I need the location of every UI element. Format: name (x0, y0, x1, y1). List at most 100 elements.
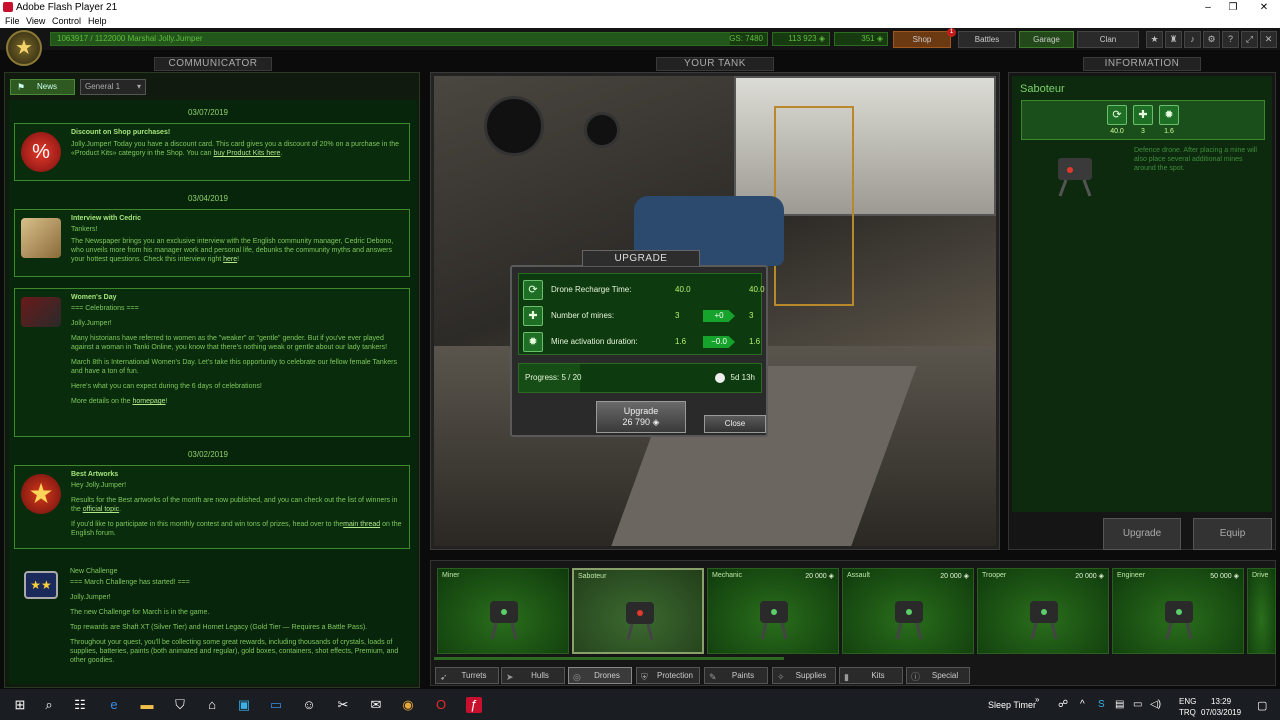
battles-button[interactable]: Battles (958, 31, 1016, 48)
chevron-icon[interactable]: » (1035, 695, 1039, 704)
item-card-saboteur[interactable]: Saboteur (572, 568, 704, 654)
tab-drones[interactable]: ◎ Drones (568, 667, 632, 684)
news-item-challenge: ★★ New Challenge === March Challenge has… (14, 563, 410, 669)
store-icon[interactable]: ⛉ (172, 697, 188, 713)
network-icon[interactable]: ▤ (1115, 699, 1124, 710)
news-greeting: Jolly.Jumper! (70, 594, 111, 601)
minimize-button[interactable]: – (1196, 0, 1220, 15)
item-card-assault[interactable]: Assault 20 000 ◈ (842, 568, 974, 654)
channel-select[interactable]: General 1 ▾ (80, 79, 146, 95)
opera-icon[interactable]: O (433, 697, 449, 713)
search-icon[interactable]: ⌕ (41, 697, 57, 713)
shop-label: Shop (912, 35, 932, 44)
item-card-miner[interactable]: Miner (437, 568, 569, 654)
items-scrollbar[interactable] (434, 656, 1276, 661)
windows-start-icon[interactable]: ⊞ (12, 697, 28, 713)
drone-image (490, 601, 518, 640)
garage-button[interactable]: Garage (1019, 31, 1074, 48)
monitor-icon[interactable]: ▭ (268, 697, 284, 713)
menu-file[interactable]: File (5, 15, 20, 28)
drone-image (1165, 601, 1193, 640)
edge-icon[interactable]: e (106, 697, 122, 713)
rank-star-icon[interactable]: ★ (6, 30, 42, 66)
tray-chevron-up-icon[interactable]: ^ (1080, 699, 1085, 710)
tab-label: Protection (656, 671, 694, 680)
tab-icon: ➹ (440, 672, 448, 682)
item-card-engineer[interactable]: Engineer 50 000 ◈ (1112, 568, 1244, 654)
maximize-button[interactable]: ❐ (1221, 0, 1245, 15)
info-upgrade-button[interactable]: Upgrade (1103, 518, 1181, 550)
news-lead: === Celebrations === (71, 305, 139, 312)
chrome-icon[interactable]: ◉ (400, 697, 416, 713)
shop-button[interactable]: Shop (893, 31, 951, 48)
interview-link[interactable]: here (223, 256, 237, 263)
tab-turrets[interactable]: ➹ Turrets (435, 667, 499, 684)
file-explorer-icon[interactable]: ▬ (139, 697, 155, 713)
menu-help[interactable]: Help (88, 15, 107, 28)
tab-icon: ◎ (573, 672, 581, 682)
tools-icon[interactable]: ✂ (335, 697, 351, 713)
fullscreen-icon[interactable]: ⤢ (1241, 31, 1258, 48)
news-button[interactable]: ⚑ News (10, 79, 75, 95)
menu-control[interactable]: Control (52, 15, 81, 28)
equip-button[interactable]: Equip (1193, 518, 1272, 550)
news-date: 03/02/2019 (187, 450, 229, 459)
drone-leg (510, 622, 518, 640)
clan-button[interactable]: Clan (1077, 31, 1139, 48)
scrollbar-thumb[interactable] (434, 657, 784, 660)
tab-kits[interactable]: ▮ Kits (839, 667, 903, 684)
menu-view[interactable]: View (26, 15, 45, 28)
notification-icon[interactable]: ▢ (1257, 699, 1267, 712)
drone-image (760, 601, 788, 640)
volume-icon[interactable]: ◁) (1150, 699, 1161, 710)
tab-supplies[interactable]: ✧ Supplies (772, 667, 836, 684)
item-description: Defence drone. After placing a mine will… (1134, 147, 1257, 172)
star-icon[interactable]: ★ (1146, 31, 1163, 48)
clock-time[interactable]: 13:29 (1211, 697, 1231, 706)
rubies-counter[interactable]: 351 ◈ (834, 32, 888, 46)
sound-icon[interactable]: ♪ (1184, 31, 1201, 48)
news-paragraph: If you'd like to participate in this mon… (71, 521, 344, 528)
close-window-button[interactable]: ✕ (1252, 0, 1276, 15)
item-card-drive[interactable]: Drive (1247, 568, 1276, 654)
task-view-icon[interactable]: ☷ (72, 697, 88, 713)
flash-player-icon[interactable]: ƒ (466, 697, 482, 713)
news-feed[interactable]: 03/07/2019 % Discount on Shop purchases!… (9, 100, 417, 684)
news-paragraph: March 8th is International Women's Day. … (71, 359, 398, 375)
close-game-icon[interactable]: ✕ (1260, 31, 1277, 48)
official-topic-link[interactable]: official topic (83, 506, 119, 513)
garage-label: Garage (1033, 35, 1060, 44)
experience-bar: 1063917 / 1122000 Marshal Jolly.Jumper G… (50, 32, 768, 46)
tab-hulls[interactable]: ➤ Hulls (501, 667, 565, 684)
close-dialog-button[interactable]: Close (704, 415, 766, 433)
clock-date[interactable]: 07/03/2019 (1201, 708, 1241, 717)
people-icon[interactable]: ☍ (1058, 699, 1068, 710)
information-content (1012, 76, 1272, 512)
skype-icon[interactable]: S (1098, 699, 1105, 710)
upgrade-confirm-button[interactable]: Upgrade 26 790 ◈ (596, 401, 686, 433)
upgrade-label: Upgrade (623, 406, 659, 416)
language-secondary[interactable]: TRQ (1179, 708, 1196, 717)
friends-icon[interactable]: ♜ (1165, 31, 1182, 48)
item-card-mechanic[interactable]: Mechanic 20 000 ◈ (707, 568, 839, 654)
tab-icon: ✧ (777, 672, 785, 682)
battery-icon[interactable]: ▭ (1133, 699, 1142, 710)
language-primary[interactable]: ENG (1179, 697, 1196, 706)
sleep-timer-label[interactable]: Sleep Timer (988, 700, 1036, 710)
tab-label: Paints (731, 671, 755, 680)
crystals-counter[interactable]: 113 923 ◈ (772, 32, 830, 46)
item-card-trooper[interactable]: Trooper 20 000 ◈ (977, 568, 1109, 654)
help-icon[interactable]: ? (1222, 31, 1239, 48)
mail-icon[interactable]: ✉ (368, 697, 384, 713)
photos-icon[interactable]: ▣ (236, 697, 252, 713)
buy-product-kits-link[interactable]: buy Product Kits here (213, 150, 280, 157)
tab-protection[interactable]: ⛨ Protection (636, 667, 700, 684)
tab-paints[interactable]: ✎ Paints (704, 667, 768, 684)
main-thread-link[interactable]: main thread (343, 521, 380, 528)
homepage-link[interactable]: homepage (132, 398, 165, 405)
home-icon[interactable]: ⌂ (204, 697, 220, 713)
news-date: 03/04/2019 (187, 194, 229, 203)
settings-icon[interactable]: ⚙ (1203, 31, 1220, 48)
tab-special[interactable]: ⓘ Special (906, 667, 970, 684)
person-icon[interactable]: ☺ (301, 697, 317, 713)
